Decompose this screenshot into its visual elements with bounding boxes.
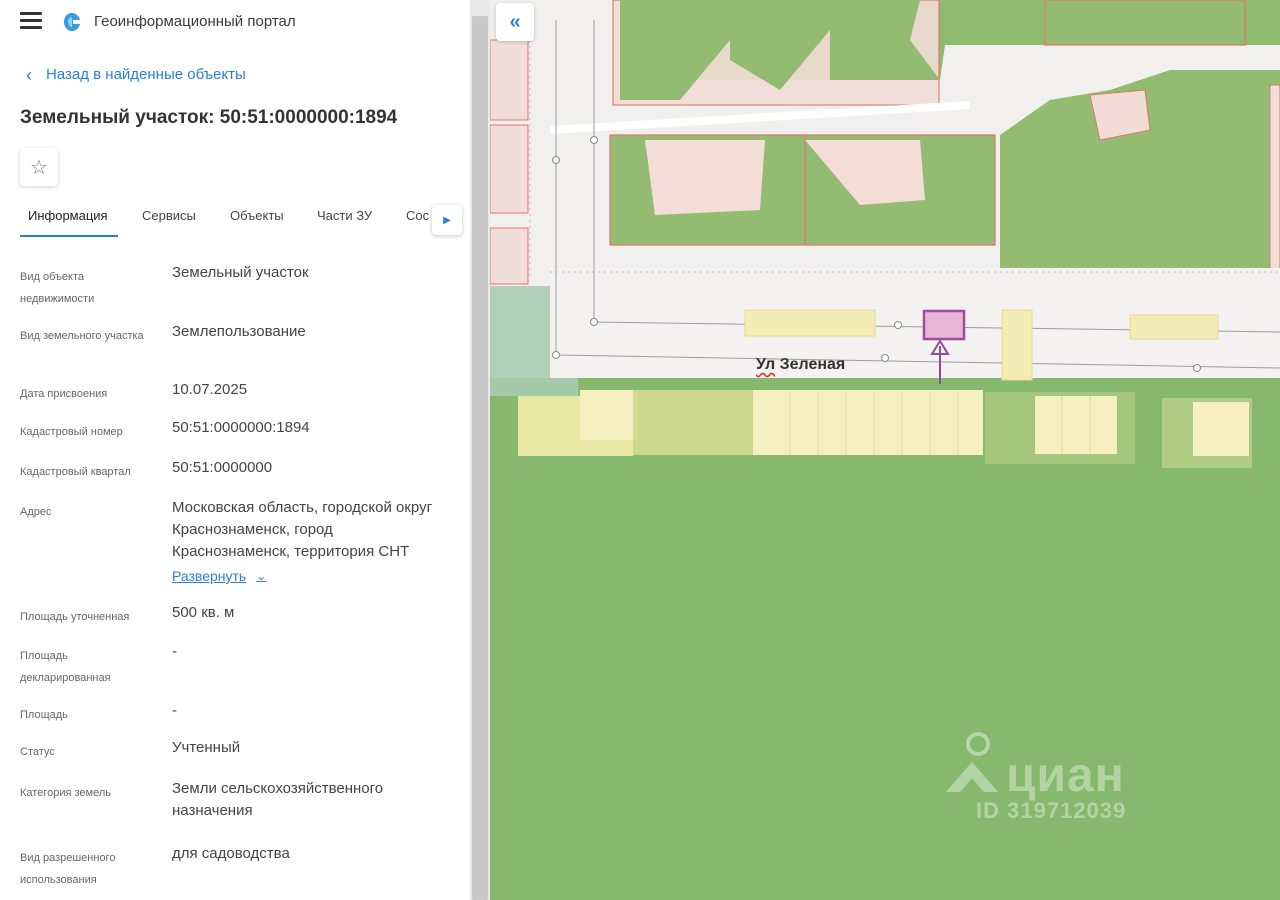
- info-value-address: Московская область, городской округ Крас…: [172, 497, 440, 588]
- chevron-left-icon: ‹: [26, 64, 32, 85]
- info-label: Площадь декларированная: [20, 650, 111, 684]
- info-label: Кадастровый номер: [20, 426, 123, 438]
- street-prefix: Ул: [756, 356, 776, 373]
- portal-logo-icon: [64, 13, 80, 31]
- star-icon: ☆: [30, 156, 48, 179]
- info-label: Дата присвоения: [20, 388, 108, 400]
- expand-address-link[interactable]: Развернуть ⌄: [172, 565, 266, 587]
- info-label: Вид разрешенного использования: [20, 852, 116, 886]
- info-label: Адрес: [20, 506, 52, 518]
- info-value: 500 кв. м: [172, 604, 235, 621]
- info-value: 50:51:0000000:1894: [172, 419, 310, 436]
- info-label: Площадь: [20, 709, 68, 721]
- info-value: 50:51:0000000: [172, 459, 273, 476]
- collapse-panel-button[interactable]: «: [496, 3, 534, 41]
- back-to-results-link[interactable]: ‹ Назад в найденные объекты: [26, 64, 246, 85]
- page-title: Земельный участок: 50:51:0000000:1894: [20, 107, 398, 128]
- panel-scrollbar[interactable]: [470, 0, 490, 900]
- address-text: Московская область, городской округ Крас…: [172, 499, 433, 560]
- street-name: Зеленая: [779, 356, 846, 373]
- portal-title: Геоинформационный портал: [94, 13, 296, 30]
- active-tab-indicator: [20, 235, 118, 237]
- info-label: Вид земельного участка: [20, 330, 144, 342]
- scrollbar-thumb[interactable]: [472, 16, 488, 900]
- info-value: Земельный участок: [172, 264, 309, 281]
- hamburger-menu-icon[interactable]: [20, 12, 42, 30]
- chevron-down-icon: ⌄: [256, 569, 267, 583]
- info-label: Площадь уточненная: [20, 611, 130, 623]
- back-link-label: Назад в найденные объекты: [46, 66, 246, 83]
- triangle-right-icon: ▶: [443, 214, 451, 226]
- info-label: Категория земель: [20, 787, 111, 799]
- street-label: Ул Зеленая: [756, 356, 845, 374]
- info-value: Землепользование: [172, 323, 306, 340]
- tabs-scroll-right-button[interactable]: ▶: [432, 205, 462, 235]
- info-value: Земли сельскохозяйственного назначения: [172, 780, 384, 819]
- info-label: Статус: [20, 746, 55, 758]
- tab-bar: Информация Сервисы Объекты Части ЗУ Сос: [20, 202, 450, 238]
- info-label: Вид объекта недвижимости: [20, 271, 95, 305]
- info-value: -: [172, 702, 177, 719]
- info-label: Кадастровый квартал: [20, 466, 131, 478]
- top-bar: Геоинформационный портал: [0, 0, 470, 44]
- tab-information[interactable]: Информация: [28, 208, 108, 223]
- object-info-panel: Геоинформационный портал ‹ Назад в найде…: [0, 0, 470, 900]
- cadastral-map[interactable]: [490, 0, 1280, 900]
- double-chevron-left-icon: «: [509, 10, 521, 33]
- info-value: Учтенный: [172, 739, 241, 756]
- info-value: -: [172, 643, 177, 660]
- info-value: 10.07.2025: [172, 381, 248, 398]
- tab-objects[interactable]: Объекты: [230, 208, 284, 223]
- expand-label: Развернуть: [172, 568, 247, 584]
- tab-composition[interactable]: Сос: [406, 208, 429, 223]
- info-value: для садоводства: [172, 845, 290, 862]
- map-canvas[interactable]: [490, 0, 1280, 900]
- tab-services[interactable]: Сервисы: [142, 208, 196, 223]
- selected-parcel[interactable]: [922, 309, 966, 341]
- tab-parcel-parts[interactable]: Части ЗУ: [317, 208, 372, 223]
- favorite-button[interactable]: ☆: [20, 148, 58, 186]
